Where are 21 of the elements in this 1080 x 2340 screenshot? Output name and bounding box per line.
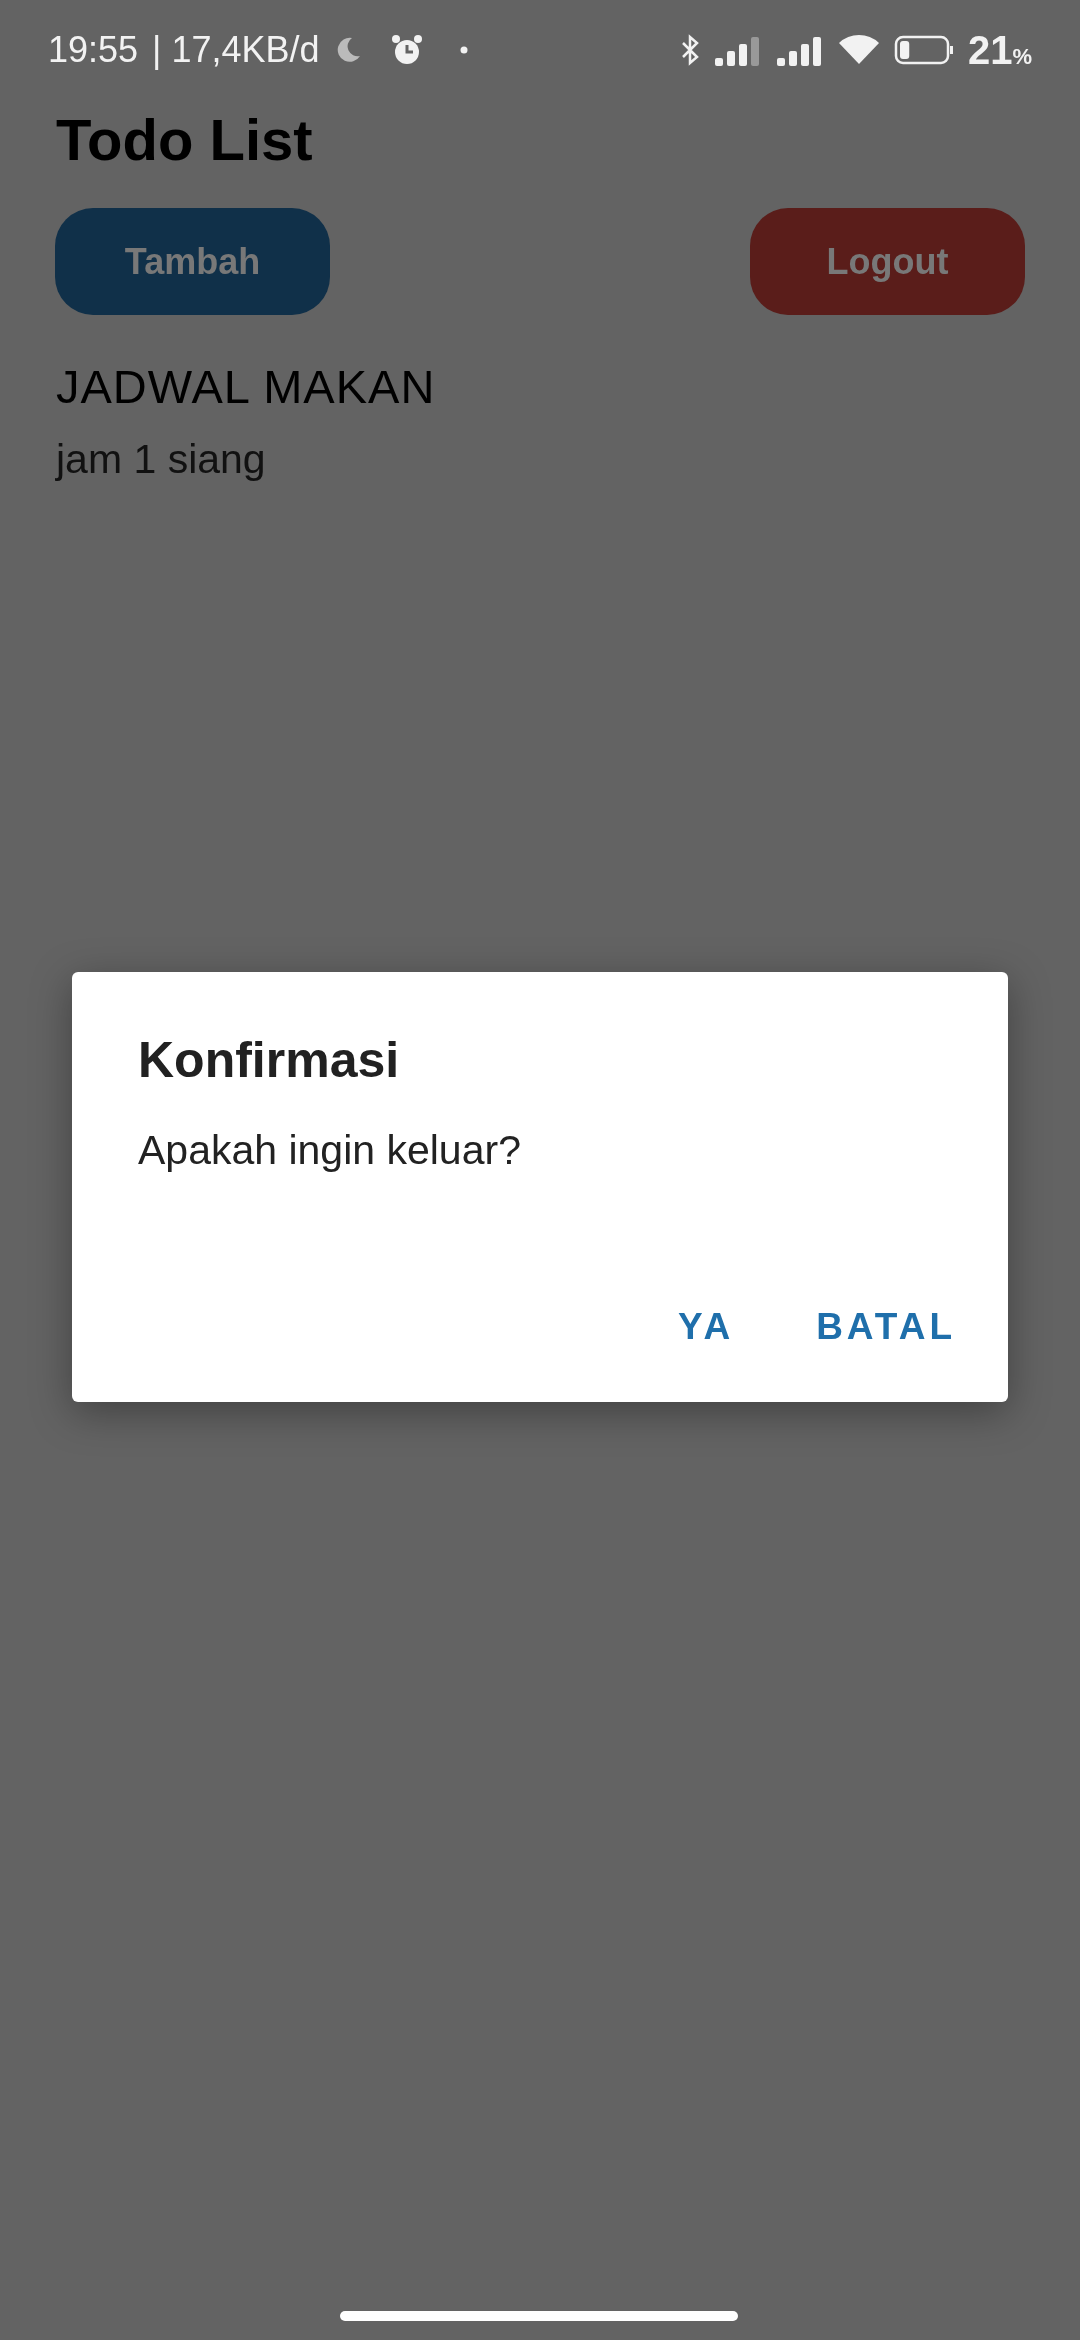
battery-percent: 21 [967, 27, 1013, 72]
todo-subtitle: jam 1 siang [56, 435, 267, 484]
bluetooth-icon [679, 34, 700, 66]
status-time: 19:55 [48, 29, 139, 71]
signal-icon [775, 34, 824, 66]
percent-sign: % [1012, 43, 1032, 69]
dialog-title: Konfirmasi [138, 1031, 401, 1090]
app-title: Todo List [56, 106, 314, 174]
add-button[interactable]: Tambah [55, 208, 330, 315]
alarm-clock-icon [389, 33, 424, 67]
dialog-action-button[interactable]: YA [652, 1296, 761, 1358]
home-indicator[interactable] [340, 2311, 738, 2321]
wifi-icon [837, 34, 880, 66]
dialog-action-button[interactable]: BATAL [790, 1296, 982, 1358]
dialog-message: Apakah ingin keluar? [138, 1126, 522, 1175]
logout-button[interactable]: Logout [750, 208, 1025, 315]
dot-icon [459, 46, 468, 54]
signal-icon [713, 34, 762, 66]
todo-title: JADWAL MAKAN [56, 359, 437, 415]
network-speed: | 17,4KB/d [152, 29, 320, 71]
battery-icon [893, 34, 954, 66]
